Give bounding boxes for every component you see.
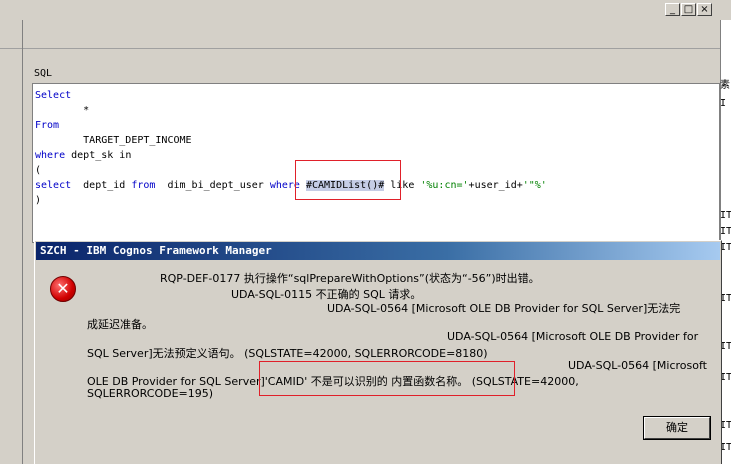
error-message-line: UDA-SQL-0564 [Microsoft OLE DB Provider … [447, 330, 699, 343]
error-message-line: UDA-SQL-0564 [Microsoft OLE DB Provider … [327, 302, 681, 315]
dialog-title[interactable]: SZCH - IBM Cognos Framework Manager [36, 242, 720, 260]
sql-line: ( [35, 165, 42, 176]
right-pane-text: 素 [720, 80, 730, 91]
error-message-line: SQL Server]无法预定义语句。 (SQLSTATE=42000, SQL… [87, 347, 488, 360]
error-message-line: UDA-SQL-0564 [Microsoft [568, 359, 707, 372]
toolbar-band [0, 20, 720, 49]
error-icon: ✕ [50, 276, 76, 302]
maximize-button[interactable]: □ [681, 3, 696, 16]
sql-line: * [35, 105, 90, 116]
sql-code[interactable]: Select * From TARGET_DEPT_INCOME where d… [35, 88, 547, 208]
highlight-box [259, 361, 515, 396]
error-message-line: SQLERRORCODE=195) [87, 387, 214, 400]
error-message-line: RQP-DEF-0177 执行操作“sqlPrepareWithOptions”… [160, 272, 540, 285]
sql-label: SQL [34, 68, 53, 79]
ok-button[interactable]: 确定 [643, 416, 711, 440]
sql-line: ) [35, 195, 42, 206]
right-pane-text: IT [720, 210, 731, 221]
error-dialog: SZCH - IBM Cognos Framework Manager ✕ RQ… [34, 240, 722, 464]
sql-line: From [35, 120, 60, 131]
sql-line: Select [35, 90, 72, 101]
sql-line: TARGET_DEPT_INCOME [35, 135, 192, 146]
sql-line: select dept_id from dim_bi_dept_user whe… [35, 180, 547, 191]
error-message-line: 成延迟准备。 [87, 318, 153, 331]
sql-line: where dept_sk in [35, 150, 132, 161]
right-pane-text: I [720, 98, 727, 109]
close-button[interactable]: × [697, 3, 712, 16]
left-pane [0, 20, 23, 464]
right-pane-text: IT [720, 226, 731, 237]
minimize-button[interactable]: _ [665, 3, 680, 16]
highlight-box [295, 160, 401, 200]
